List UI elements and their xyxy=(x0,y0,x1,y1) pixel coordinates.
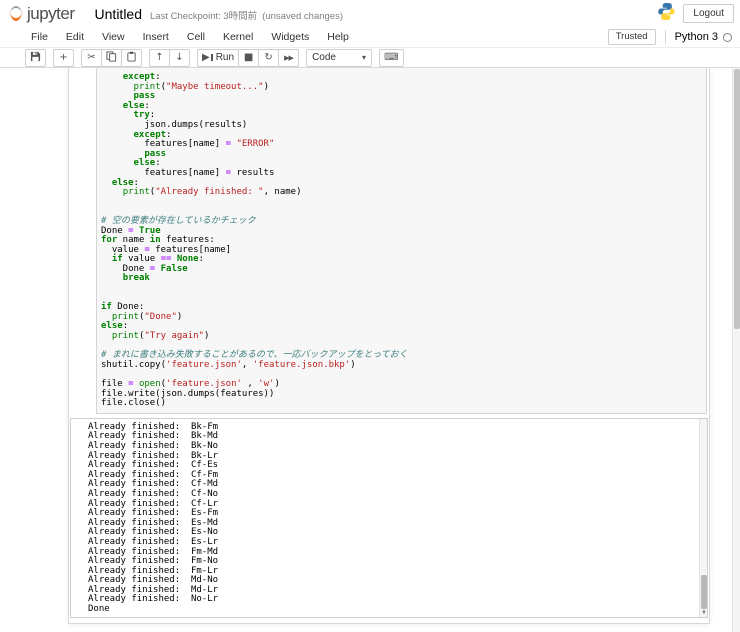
kernel-idle-indicator-icon xyxy=(723,32,732,42)
save-button[interactable] xyxy=(25,48,46,67)
input-prompt-column xyxy=(69,68,96,414)
jupyter-logo[interactable]: jupyter xyxy=(10,4,75,23)
cut-cell-button[interactable]: ✂ xyxy=(81,48,102,67)
logout-button[interactable]: Logout xyxy=(683,4,734,23)
menu-kernel[interactable]: Kernel xyxy=(214,27,262,47)
menu-view[interactable]: View xyxy=(93,27,134,47)
move-cell-up-button[interactable]: ↑ xyxy=(149,48,170,67)
menu-widgets[interactable]: Widgets xyxy=(262,27,318,47)
page-scrollbar-thumb[interactable] xyxy=(734,69,740,329)
restart-icon: ↻ xyxy=(264,51,273,63)
output-scrollbar[interactable]: ▼ xyxy=(699,418,707,617)
arrow-down-icon: ↓ xyxy=(175,51,184,63)
output-scroll-area[interactable]: Already finished: Bk-Fm Already finished:… xyxy=(70,417,708,618)
run-label: Run xyxy=(215,52,235,63)
notebook-site: except: print("Maybe timeout...") pass e… xyxy=(0,68,740,632)
step-forward-bar-icon xyxy=(210,54,213,61)
code-lines: except: print("Maybe timeout...") pass e… xyxy=(101,72,408,409)
keyboard-icon: ⌨ xyxy=(384,51,399,63)
chevron-down-icon: ▾ xyxy=(362,53,367,62)
restart-run-all-button[interactable]: ▶▶ xyxy=(278,48,300,67)
kernel-name: Python 3 xyxy=(674,31,718,43)
copy-icon xyxy=(106,50,117,65)
copy-cell-button[interactable] xyxy=(101,48,122,67)
notebook-container: except: print("Maybe timeout...") pass e… xyxy=(68,68,710,624)
output-scrollbar-down-arrow-icon[interactable]: ▼ xyxy=(700,609,707,617)
scissors-icon: ✂ xyxy=(87,51,96,63)
jupyter-logo-text: jupyter xyxy=(27,4,75,23)
jupyter-orbit-icon xyxy=(10,6,24,21)
fast-forward-icon: ▶▶ xyxy=(284,53,294,62)
output-lines: Already finished: Bk-Fm Already finished:… xyxy=(88,421,219,615)
command-palette-button[interactable]: ⌨ xyxy=(379,48,404,67)
run-cell-button[interactable]: ▶ Run xyxy=(197,48,240,67)
toolbar: + ✂ ↑ ↓ ▶ Run ■ ↻ ▶▶ Code ▾ ⌨ xyxy=(0,48,740,68)
page-scrollbar[interactable] xyxy=(732,68,740,632)
checkpoint-status: Last Checkpoint: 3時間前 xyxy=(150,10,258,22)
paste-cell-button[interactable] xyxy=(121,48,142,67)
unsaved-changes-label: (unsaved changes) xyxy=(262,10,343,22)
menubar: File Edit View Insert Cell Kernel Widget… xyxy=(0,27,740,48)
arrow-up-icon: ↑ xyxy=(155,51,164,63)
notebook-title[interactable]: Untitled xyxy=(95,6,142,22)
cell-type-select[interactable]: Code ▾ xyxy=(306,48,373,67)
notebook-header: jupyter Untitled Last Checkpoint: 3時間前 (… xyxy=(0,0,740,27)
menu-help[interactable]: Help xyxy=(318,27,358,47)
step-forward-icon: ▶ xyxy=(202,51,210,63)
add-cell-button[interactable]: + xyxy=(53,48,74,67)
code-cell: except: print("Maybe timeout...") pass e… xyxy=(69,68,709,414)
plus-icon: + xyxy=(59,51,68,63)
clipboard-icon xyxy=(126,51,137,65)
interrupt-kernel-button[interactable]: ■ xyxy=(238,48,260,67)
menu-file[interactable]: File xyxy=(22,27,57,47)
menubar-divider xyxy=(664,30,666,44)
menu-cell[interactable]: Cell xyxy=(178,27,214,47)
code-editor[interactable]: except: print("Maybe timeout...") pass e… xyxy=(96,68,707,414)
move-cell-down-button[interactable]: ↓ xyxy=(169,48,190,67)
python-logo-icon xyxy=(657,2,676,26)
menu-insert[interactable]: Insert xyxy=(134,27,178,47)
output-scrollbar-thumb[interactable] xyxy=(701,574,707,609)
trusted-button[interactable]: Trusted xyxy=(607,29,656,45)
save-icon xyxy=(30,51,41,65)
stop-icon: ■ xyxy=(243,51,254,63)
title-area: Untitled Last Checkpoint: 3時間前 (unsaved … xyxy=(95,6,343,22)
restart-kernel-button[interactable]: ↻ xyxy=(258,48,280,67)
cell-type-value: Code xyxy=(312,52,336,63)
menu-edit[interactable]: Edit xyxy=(57,27,93,47)
